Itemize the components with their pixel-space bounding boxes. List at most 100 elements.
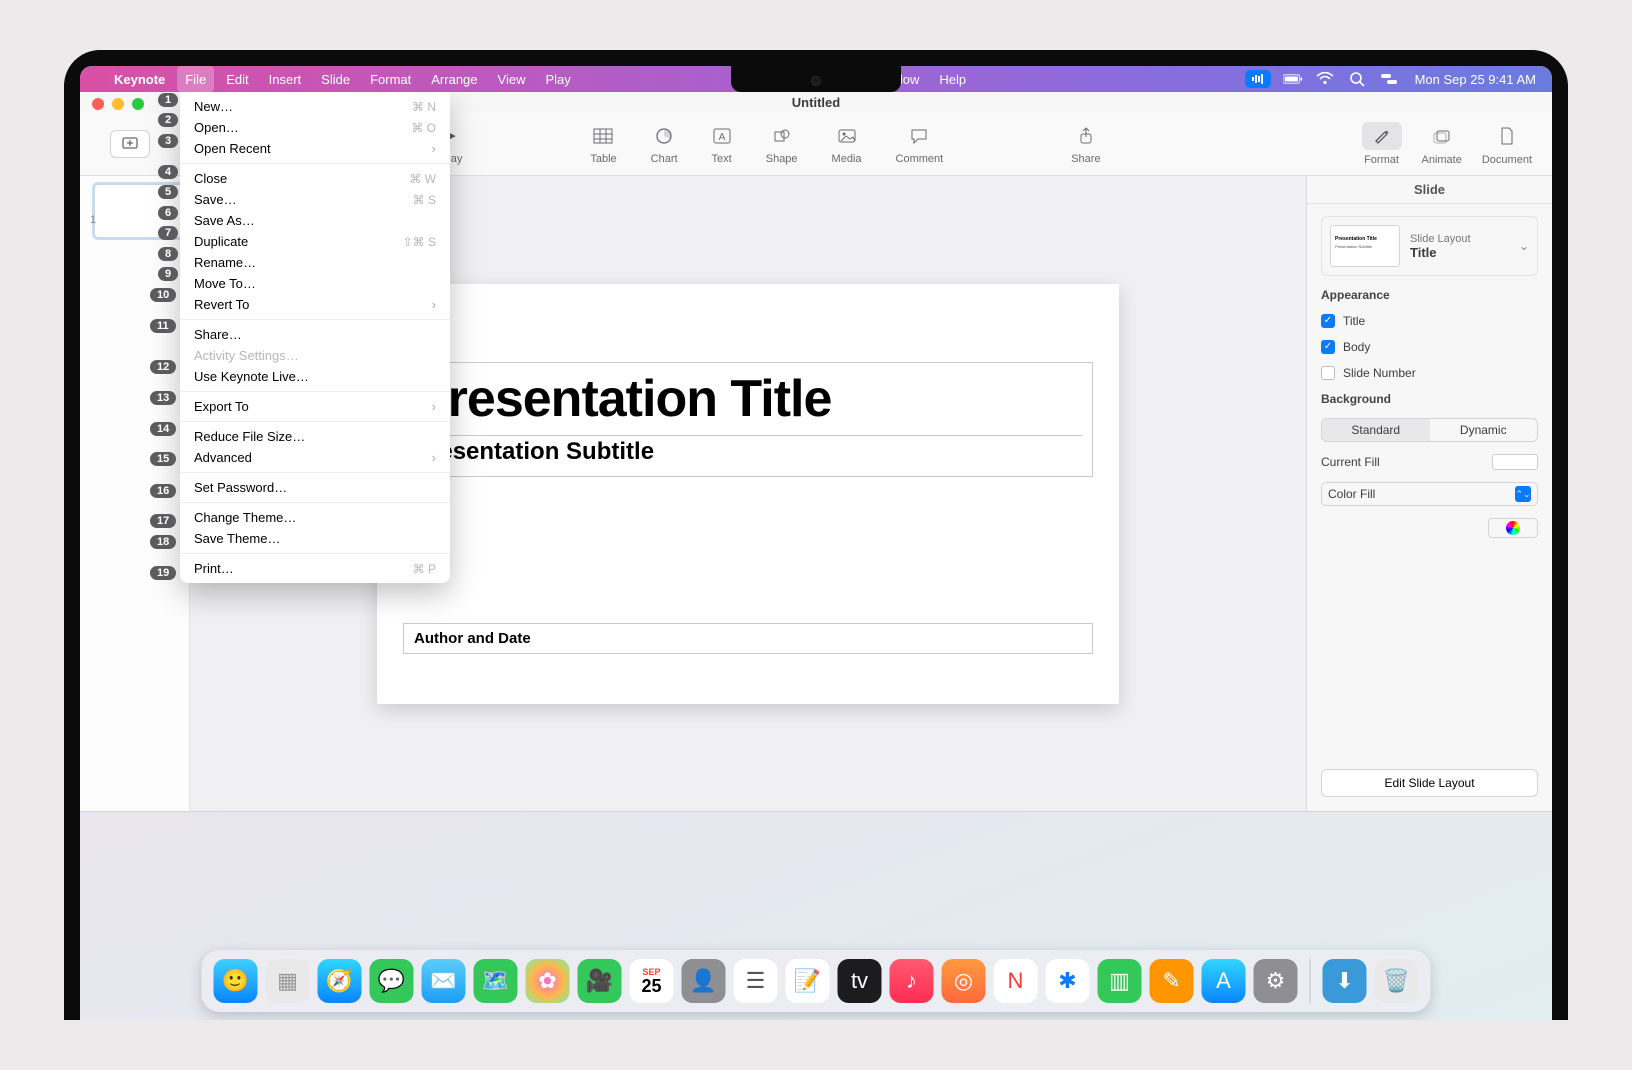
control-center-icon[interactable] <box>1379 69 1399 89</box>
dock-tv[interactable]: tv <box>838 959 882 1003</box>
battery-icon[interactable] <box>1283 69 1303 89</box>
dock-music[interactable]: ♪ <box>890 959 934 1003</box>
menu-item-rename[interactable]: Rename… <box>180 252 450 273</box>
color-well[interactable] <box>1488 518 1538 538</box>
format-tab[interactable]: Format <box>1362 122 1402 166</box>
comment-button[interactable]: Comment <box>896 123 944 165</box>
slide-menu[interactable]: Slide <box>311 66 360 92</box>
background-segmented[interactable]: Standard Dynamic <box>1321 418 1538 442</box>
close-window-button[interactable] <box>92 98 104 110</box>
app-menu[interactable]: Keynote <box>104 66 175 92</box>
dock-messages[interactable]: 💬 <box>370 959 414 1003</box>
play-menu[interactable]: Play <box>535 66 580 92</box>
title-text-box[interactable]: Presentation Title Presentation Subtitle <box>403 362 1093 477</box>
dock-calendar[interactable]: SEP25 <box>630 959 674 1003</box>
menu-item-set-password[interactable]: Set Password… <box>180 477 450 498</box>
dock-launchpad[interactable]: ▦ <box>266 959 310 1003</box>
body-checkbox-row[interactable]: Body <box>1321 340 1538 354</box>
arrange-menu[interactable]: Arrange <box>421 66 487 92</box>
menu-item-open-recent[interactable]: Open Recent› <box>180 138 450 159</box>
dock-notes[interactable]: 📝 <box>786 959 830 1003</box>
dock-downloads[interactable]: ⬇︎ <box>1323 959 1367 1003</box>
dock-maps[interactable]: 🗺️ <box>474 959 518 1003</box>
menu-item-save[interactable]: Save…⌘ S <box>180 189 450 210</box>
slide-layout-popup[interactable]: Slide Layout Title ⌄ <box>1321 216 1538 276</box>
dock-facetime[interactable]: 🎥 <box>578 959 622 1003</box>
dock-finder[interactable]: 🙂 <box>214 959 258 1003</box>
dock-pages[interactable]: ✎ <box>1150 959 1194 1003</box>
fill-type-popup[interactable]: Color Fill ⌃⌄ <box>1321 482 1538 506</box>
author-text[interactable]: Author and Date <box>414 630 1082 647</box>
menu-item-save-theme[interactable]: Save Theme… <box>180 528 450 549</box>
add-slide-button[interactable] <box>110 130 150 158</box>
menu-item-advanced[interactable]: Advanced› <box>180 447 450 468</box>
annotation-badge-15: 15 <box>150 452 176 466</box>
dock-reminders[interactable]: ☰ <box>734 959 778 1003</box>
edit-slide-layout-button[interactable]: Edit Slide Layout <box>1321 769 1538 797</box>
file-menu[interactable]: File <box>177 66 214 92</box>
title-checkbox-row[interactable]: Title <box>1321 314 1538 328</box>
menu-item-export-to[interactable]: Export To› <box>180 396 450 417</box>
dynamic-segment[interactable]: Dynamic <box>1430 419 1538 441</box>
annotation-badge-6: 6 <box>158 206 178 220</box>
minimize-window-button[interactable] <box>112 98 124 110</box>
spotlight-icon[interactable] <box>1347 69 1367 89</box>
dock-appstore[interactable]: A <box>1202 959 1246 1003</box>
inspector-tab-slide[interactable]: Slide <box>1307 176 1552 204</box>
slide-title[interactable]: Presentation Title <box>414 369 1082 429</box>
clock[interactable]: Mon Sep 25 9:41 AM <box>1415 72 1536 87</box>
background-label: Background <box>1321 392 1538 406</box>
dock-podcasts[interactable]: ◎ <box>942 959 986 1003</box>
edit-menu[interactable]: Edit <box>216 66 258 92</box>
menu-item-print[interactable]: Print…⌘ P <box>180 558 450 579</box>
menu-item-save-as[interactable]: Save As… <box>180 210 450 231</box>
menu-item-share[interactable]: Share… <box>180 324 450 345</box>
menu-item-use-keynote-live[interactable]: Use Keynote Live… <box>180 366 450 387</box>
dock-trash[interactable]: 🗑️ <box>1375 959 1419 1003</box>
document-tab[interactable]: Document <box>1482 122 1532 166</box>
standard-segment[interactable]: Standard <box>1322 419 1430 441</box>
zoom-window-button[interactable] <box>132 98 144 110</box>
slide-number-checkbox[interactable] <box>1321 366 1335 380</box>
media-button[interactable]: Media <box>832 123 862 165</box>
chart-button[interactable]: Chart <box>651 123 678 165</box>
slide-number-checkbox-row[interactable]: Slide Number <box>1321 366 1538 380</box>
menu-item-revert-to[interactable]: Revert To› <box>180 294 450 315</box>
dock-settings[interactable]: ⚙︎ <box>1254 959 1298 1003</box>
slide-subtitle[interactable]: Presentation Subtitle <box>414 438 1082 466</box>
menu-item-new[interactable]: New…⌘ N <box>180 96 450 117</box>
table-button[interactable]: Table <box>590 123 616 165</box>
current-fill-swatch[interactable] <box>1492 454 1538 470</box>
dock-safari[interactable]: 🧭 <box>318 959 362 1003</box>
body-checkbox[interactable] <box>1321 340 1335 354</box>
appearance-label: Appearance <box>1321 288 1538 302</box>
help-menu[interactable]: Help <box>929 66 976 92</box>
insert-menu[interactable]: Insert <box>259 66 312 92</box>
layout-thumbnail <box>1330 225 1400 267</box>
menu-item-change-theme[interactable]: Change Theme… <box>180 507 450 528</box>
menu-item-move-to[interactable]: Move To… <box>180 273 450 294</box>
shape-button[interactable]: Shape <box>766 123 798 165</box>
dock-contacts[interactable]: 👤 <box>682 959 726 1003</box>
menu-item-reduce-file-size[interactable]: Reduce File Size… <box>180 426 450 447</box>
share-button[interactable]: Share <box>1071 123 1100 165</box>
audio-status-icon[interactable] <box>1245 70 1271 88</box>
menu-item-open[interactable]: Open…⌘ O <box>180 117 450 138</box>
title-checkbox[interactable] <box>1321 314 1335 328</box>
dock-numbers[interactable]: ▥ <box>1098 959 1142 1003</box>
dock-mail[interactable]: ✉️ <box>422 959 466 1003</box>
dock-stocks[interactable]: ✱ <box>1046 959 1090 1003</box>
dock: 🙂 ▦ 🧭 💬 ✉️ 🗺️ ✿ 🎥 SEP25 👤 ☰ 📝 tv ♪ ◎ N ✱… <box>202 950 1431 1012</box>
menu-item-close[interactable]: Close⌘ W <box>180 168 450 189</box>
view-menu[interactable]: View <box>488 66 536 92</box>
dock-photos[interactable]: ✿ <box>526 959 570 1003</box>
slide[interactable]: Presentation Title Presentation Subtitle… <box>377 284 1119 704</box>
wifi-icon[interactable] <box>1315 69 1335 89</box>
menu-item-duplicate[interactable]: Duplicate⇧⌘ S <box>180 231 450 252</box>
dock-news[interactable]: N <box>994 959 1038 1003</box>
animate-tab[interactable]: Animate <box>1422 122 1462 166</box>
text-button[interactable]: AText <box>712 123 732 165</box>
format-menu[interactable]: Format <box>360 66 421 92</box>
author-text-box[interactable]: Author and Date <box>403 623 1093 654</box>
annotation-badge-17: 17 <box>150 514 176 528</box>
